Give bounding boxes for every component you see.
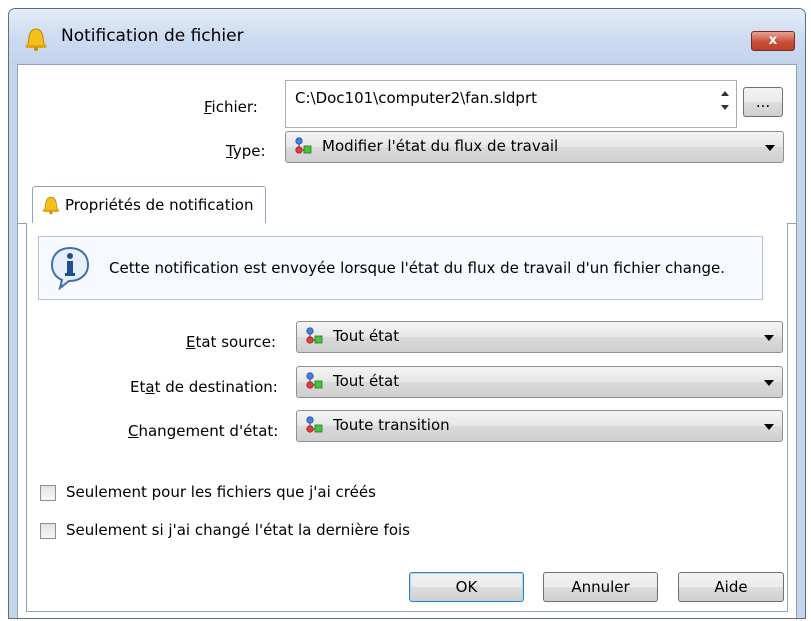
info-text: Cette notification est envoyée lorsque l…: [109, 259, 726, 277]
tab-notification-properties[interactable]: Propriétés de notification: [32, 186, 266, 224]
type-value: Modifier l'état du flux de travail: [322, 137, 559, 155]
dest-state-value: Tout état: [333, 372, 400, 390]
chevron-down-icon: [764, 380, 774, 386]
bell-icon: [42, 196, 60, 215]
workflow-icon: [295, 137, 312, 154]
tab-join: [33, 223, 265, 225]
file-path-scroll[interactable]: [714, 81, 736, 127]
own-files-label: Seulement pour les fichiers que j'ai cré…: [66, 483, 376, 501]
type-dropdown[interactable]: Modifier l'état du flux de travail: [285, 131, 784, 163]
window-title: Notification de fichier: [61, 26, 244, 46]
browse-button[interactable]: ...: [743, 87, 783, 117]
scroll-down-icon[interactable]: [721, 105, 729, 110]
dialog-window: Notification de fichier x Fichier: C:\Do…: [8, 8, 806, 619]
file-path-value: C:\Doc101\computer2\fan.sldprt: [295, 89, 537, 107]
state-change-value: Toute transition: [333, 416, 450, 434]
source-state-label: Etat source:: [186, 333, 277, 351]
chevron-down-icon: [765, 145, 775, 151]
last-changed-label: Seulement si j'ai changé l'état la derni…: [66, 521, 410, 539]
scroll-up-icon[interactable]: [721, 91, 729, 96]
source-state-dropdown[interactable]: Tout état: [296, 321, 783, 353]
ok-button[interactable]: OK: [409, 572, 524, 602]
file-path-field[interactable]: C:\Doc101\computer2\fan.sldprt: [285, 80, 737, 128]
own-files-checkbox[interactable]: [40, 485, 56, 501]
close-button[interactable]: x: [751, 31, 795, 51]
source-state-value: Tout état: [333, 327, 400, 345]
help-button[interactable]: Aide: [678, 572, 784, 602]
dest-state-dropdown[interactable]: Tout état: [296, 366, 783, 398]
file-label: Fichier:: [204, 98, 258, 116]
dest-state-label: Etat de destination:: [130, 378, 278, 396]
state-change-label: Changement d'état:: [128, 422, 279, 440]
info-box: Cette notification est envoyée lorsque l…: [38, 236, 763, 300]
tab-label: Propriétés de notification: [65, 196, 254, 214]
cancel-button[interactable]: Annuler: [543, 572, 658, 602]
workflow-icon: [306, 327, 323, 344]
chevron-down-icon: [764, 335, 774, 341]
workflow-icon: [306, 372, 323, 389]
type-label: Type:: [226, 142, 266, 160]
state-change-dropdown[interactable]: Toute transition: [296, 410, 783, 442]
bell-icon: [24, 28, 48, 51]
info-icon: [50, 246, 90, 290]
workflow-icon: [306, 416, 323, 433]
chevron-down-icon: [764, 424, 774, 430]
dialog-body: Fichier: C:\Doc101\computer2\fan.sldprt …: [17, 64, 797, 618]
title-bar[interactable]: Notification de fichier x: [9, 9, 805, 65]
last-changed-checkbox[interactable]: [40, 523, 56, 539]
